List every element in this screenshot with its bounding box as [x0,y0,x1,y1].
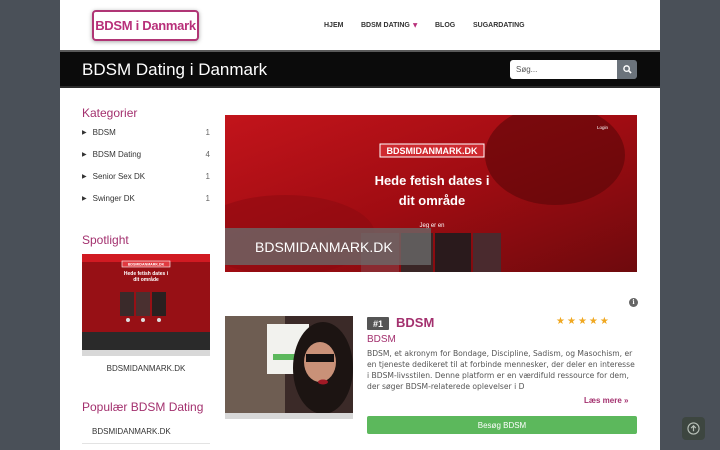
category-count: 1 [205,193,210,203]
category-label: BDSM [92,127,116,137]
listing-title[interactable]: BDSM [396,315,434,330]
spotlight-image[interactable]: BDSMIDANMARK.DK Hede fetish dates i dit … [82,254,210,356]
category-item[interactable]: ▶ BDSM Dating 4 [82,143,210,165]
listing-image[interactable] [225,316,353,419]
nav-bdsm-dating-label: BDSM DATING [361,21,410,29]
popular-heading: Populær BDSM Dating [82,400,204,414]
caret-right-icon: ▶ [82,151,87,158]
spotlight-caption[interactable]: BDSMIDANMARK.DK [82,364,210,373]
chevron-down-icon: ▼ [412,21,418,29]
caret-right-icon: ▶ [82,195,87,202]
search-icon [622,65,632,74]
page-container: BDSM i Danmark HJEM BDSM DATING ▼ BLOG S… [60,0,660,450]
category-label: Swinger DK [92,193,135,203]
nav-blog[interactable]: BLOG [435,0,455,50]
category-item[interactable]: ▶ Senior Sex DK 1 [82,165,210,187]
scroll-to-top-button[interactable] [682,417,705,440]
category-label: Senior Sex DK [92,171,146,181]
read-more-link[interactable]: Læs mere » [584,396,628,405]
spotlight-logo-text: BDSMIDANMARK.DK [128,263,165,267]
categories-heading: Kategorier [82,106,138,120]
nav-bdsm-dating[interactable]: BDSM DATING ▼ [361,0,418,50]
hero-headline-1: Hede fetish dates i [375,173,490,188]
spotlight-heading: Spotlight [82,233,129,247]
popular-item[interactable]: BDSMIDANMARK.DK [82,422,210,444]
caret-right-icon: ▶ [82,129,87,136]
hero-login-text: Login [597,125,609,130]
star-icon: ★ [577,316,587,327]
star-icon: ★ [588,316,598,327]
svg-text:dit område: dit område [133,276,159,283]
nav-sugardating-label: SUGARDATING [473,21,525,29]
arrow-up-icon [687,422,700,435]
star-icon: ★ [566,316,576,327]
caret-right-icon: ▶ [82,173,87,180]
info-icon[interactable]: i [629,298,638,307]
hero-headline-2: dit område [399,193,465,208]
category-count: 1 [205,171,210,181]
category-item[interactable]: ▶ BDSM 1 [82,121,210,143]
search-input[interactable] [510,60,617,79]
star-icon: ★ [556,316,565,327]
title-bar: BDSM Dating i Danmark [60,50,660,88]
category-item[interactable]: ▶ Swinger DK 1 [82,187,210,209]
rating-stars: ★ ★ ★ ★ ★ [556,317,609,327]
hero-caption: BDSMIDANMARK.DK [255,239,393,255]
site-header: BDSM i Danmark HJEM BDSM DATING ▼ BLOG S… [60,0,660,50]
nav-sugardating[interactable]: SUGARDATING [473,0,525,50]
nav-home[interactable]: HJEM [324,0,343,50]
visit-button[interactable]: Besøg BDSM [367,416,637,434]
category-label: BDSM Dating [92,149,142,159]
nav-blog-label: BLOG [435,21,456,29]
rank-badge: #1 [367,317,389,330]
category-count: 4 [205,149,210,159]
hero-banner[interactable]: BDSMIDANMARK.DK Login Hede fetish dates … [225,115,637,272]
search-button[interactable] [617,60,637,79]
listing-description: BDSM, et akronym for Bondage, Discipline… [367,349,635,391]
nav-home-label: HJEM [324,21,344,29]
hero-logo-text: BDSMIDANMARK.DK [387,146,478,156]
star-icon: ★ [599,316,609,327]
page-title: BDSM Dating i Danmark [82,60,268,79]
listing-subtitle: BDSM [367,334,396,345]
site-logo[interactable]: BDSM i Danmark [92,10,199,41]
category-count: 1 [205,127,210,137]
